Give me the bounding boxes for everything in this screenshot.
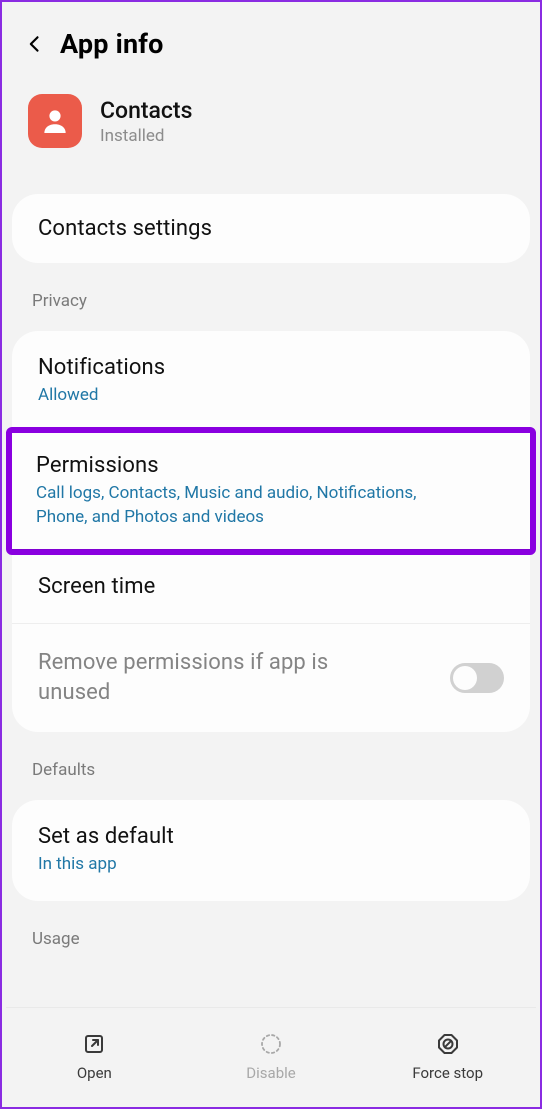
force-stop-button[interactable]: Force stop xyxy=(359,1008,536,1103)
disable-button: Disable xyxy=(183,1008,360,1103)
btn-label: Open xyxy=(77,1064,112,1082)
notifications-item[interactable]: Notifications Allowed xyxy=(12,331,530,432)
force-stop-icon xyxy=(434,1030,462,1058)
app-status: Installed xyxy=(100,126,192,146)
bottom-action-bar: Open Disable Force stop xyxy=(6,1007,536,1103)
open-button[interactable]: Open xyxy=(6,1008,183,1103)
open-icon xyxy=(80,1030,108,1058)
app-icon xyxy=(28,94,82,148)
app-header-row: Contacts Installed xyxy=(6,82,536,186)
section-label-defaults: Defaults xyxy=(6,740,536,792)
section-label-usage: Usage xyxy=(6,909,536,961)
item-subtitle: In this app xyxy=(38,853,504,877)
item-title: Permissions xyxy=(36,453,506,478)
remove-permissions-item[interactable]: Remove permissions if app is unused xyxy=(12,623,530,731)
app-name: Contacts xyxy=(100,97,192,124)
item-subtitle: Allowed xyxy=(38,384,504,408)
item-title: Screen time xyxy=(38,574,504,599)
page-title: App info xyxy=(60,28,164,60)
item-title: Remove permissions if app is unused xyxy=(38,648,368,707)
item-title: Contacts settings xyxy=(38,216,504,241)
screen-time-item[interactable]: Screen time xyxy=(12,549,530,623)
section-label-privacy: Privacy xyxy=(6,271,536,323)
permissions-item[interactable]: Permissions Call logs, Contacts, Music a… xyxy=(12,432,530,556)
remove-permissions-toggle[interactable] xyxy=(450,663,504,693)
disable-icon xyxy=(257,1030,285,1058)
item-title: Set as default xyxy=(38,824,504,849)
item-subtitle: Call logs, Contacts, Music and audio, No… xyxy=(36,482,466,530)
btn-label: Force stop xyxy=(412,1064,483,1082)
btn-label: Disable xyxy=(246,1064,295,1082)
highlight-annotation: Permissions Call logs, Contacts, Music a… xyxy=(6,427,536,556)
item-title: Notifications xyxy=(38,355,504,380)
set-as-default-item[interactable]: Set as default In this app xyxy=(12,800,530,901)
contacts-settings-item[interactable]: Contacts settings xyxy=(12,194,530,263)
back-icon[interactable] xyxy=(20,29,50,59)
